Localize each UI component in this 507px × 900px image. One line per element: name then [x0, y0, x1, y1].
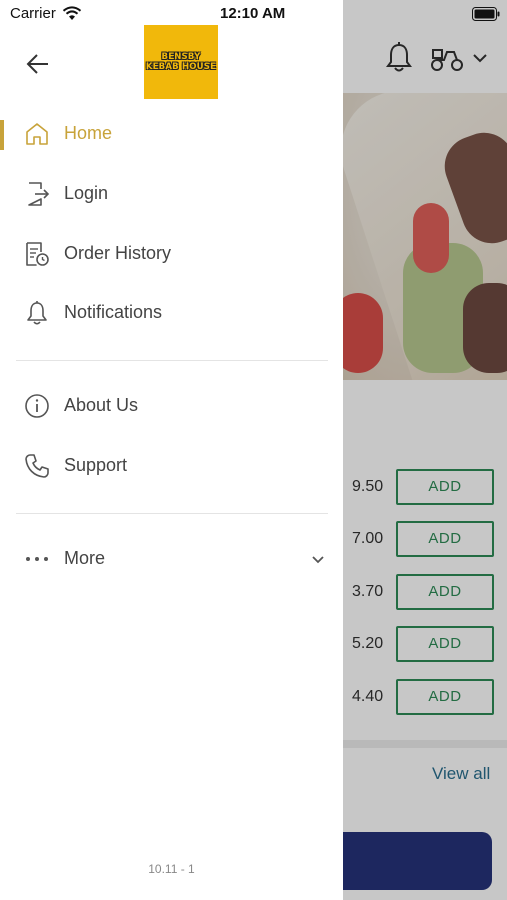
menu-item-home[interactable]: Home	[0, 105, 343, 165]
menu-label-more: More	[64, 548, 106, 568]
menu-label-about-us: About Us	[64, 395, 139, 415]
menu-item-more[interactable]: More	[0, 530, 343, 590]
menu-item-order-history[interactable]: Order History	[0, 225, 343, 285]
menu-label-notifications: Notifications	[64, 302, 163, 322]
menu-item-support[interactable]: Support	[0, 437, 343, 497]
navigation-drawer: BENSBY KEBAB HOUSE Home Login Order Hist…	[0, 0, 343, 900]
menu-label-login: Login	[64, 183, 109, 203]
info-icon	[25, 394, 49, 418]
menu-divider	[16, 360, 328, 361]
app-version: 10.11 - 1	[148, 862, 195, 876]
logo-text-line-2: KEBAB HOUSE	[145, 62, 217, 72]
chevron-down-icon	[312, 556, 324, 564]
battery-icon	[472, 7, 500, 21]
restaurant-logo: BENSBY KEBAB HOUSE	[144, 25, 218, 99]
menu-label-home: Home	[64, 123, 113, 143]
order-history-icon	[26, 242, 49, 266]
active-indicator	[0, 120, 4, 150]
menu-divider	[16, 513, 328, 514]
login-icon	[28, 182, 50, 206]
back-arrow-icon[interactable]	[24, 50, 52, 78]
wifi-icon	[62, 6, 82, 20]
phone-icon	[25, 454, 49, 478]
carrier-label: Carrier	[10, 5, 56, 22]
menu-label-order-history: Order History	[64, 243, 172, 263]
drawer-overlay[interactable]	[343, 0, 507, 900]
status-bar: Carrier 12:10 AM	[0, 0, 507, 28]
menu-item-notifications[interactable]: Notifications	[0, 284, 343, 344]
status-time: 12:10 AM	[220, 5, 286, 22]
more-dots-icon	[26, 557, 48, 561]
logo-text-line-1: BENSBY	[161, 52, 201, 62]
menu-item-about-us[interactable]: About Us	[0, 377, 343, 437]
menu-item-login[interactable]: Login	[0, 165, 343, 225]
home-icon	[26, 123, 48, 145]
menu-label-support: Support	[64, 455, 128, 475]
bell-icon	[27, 301, 47, 325]
